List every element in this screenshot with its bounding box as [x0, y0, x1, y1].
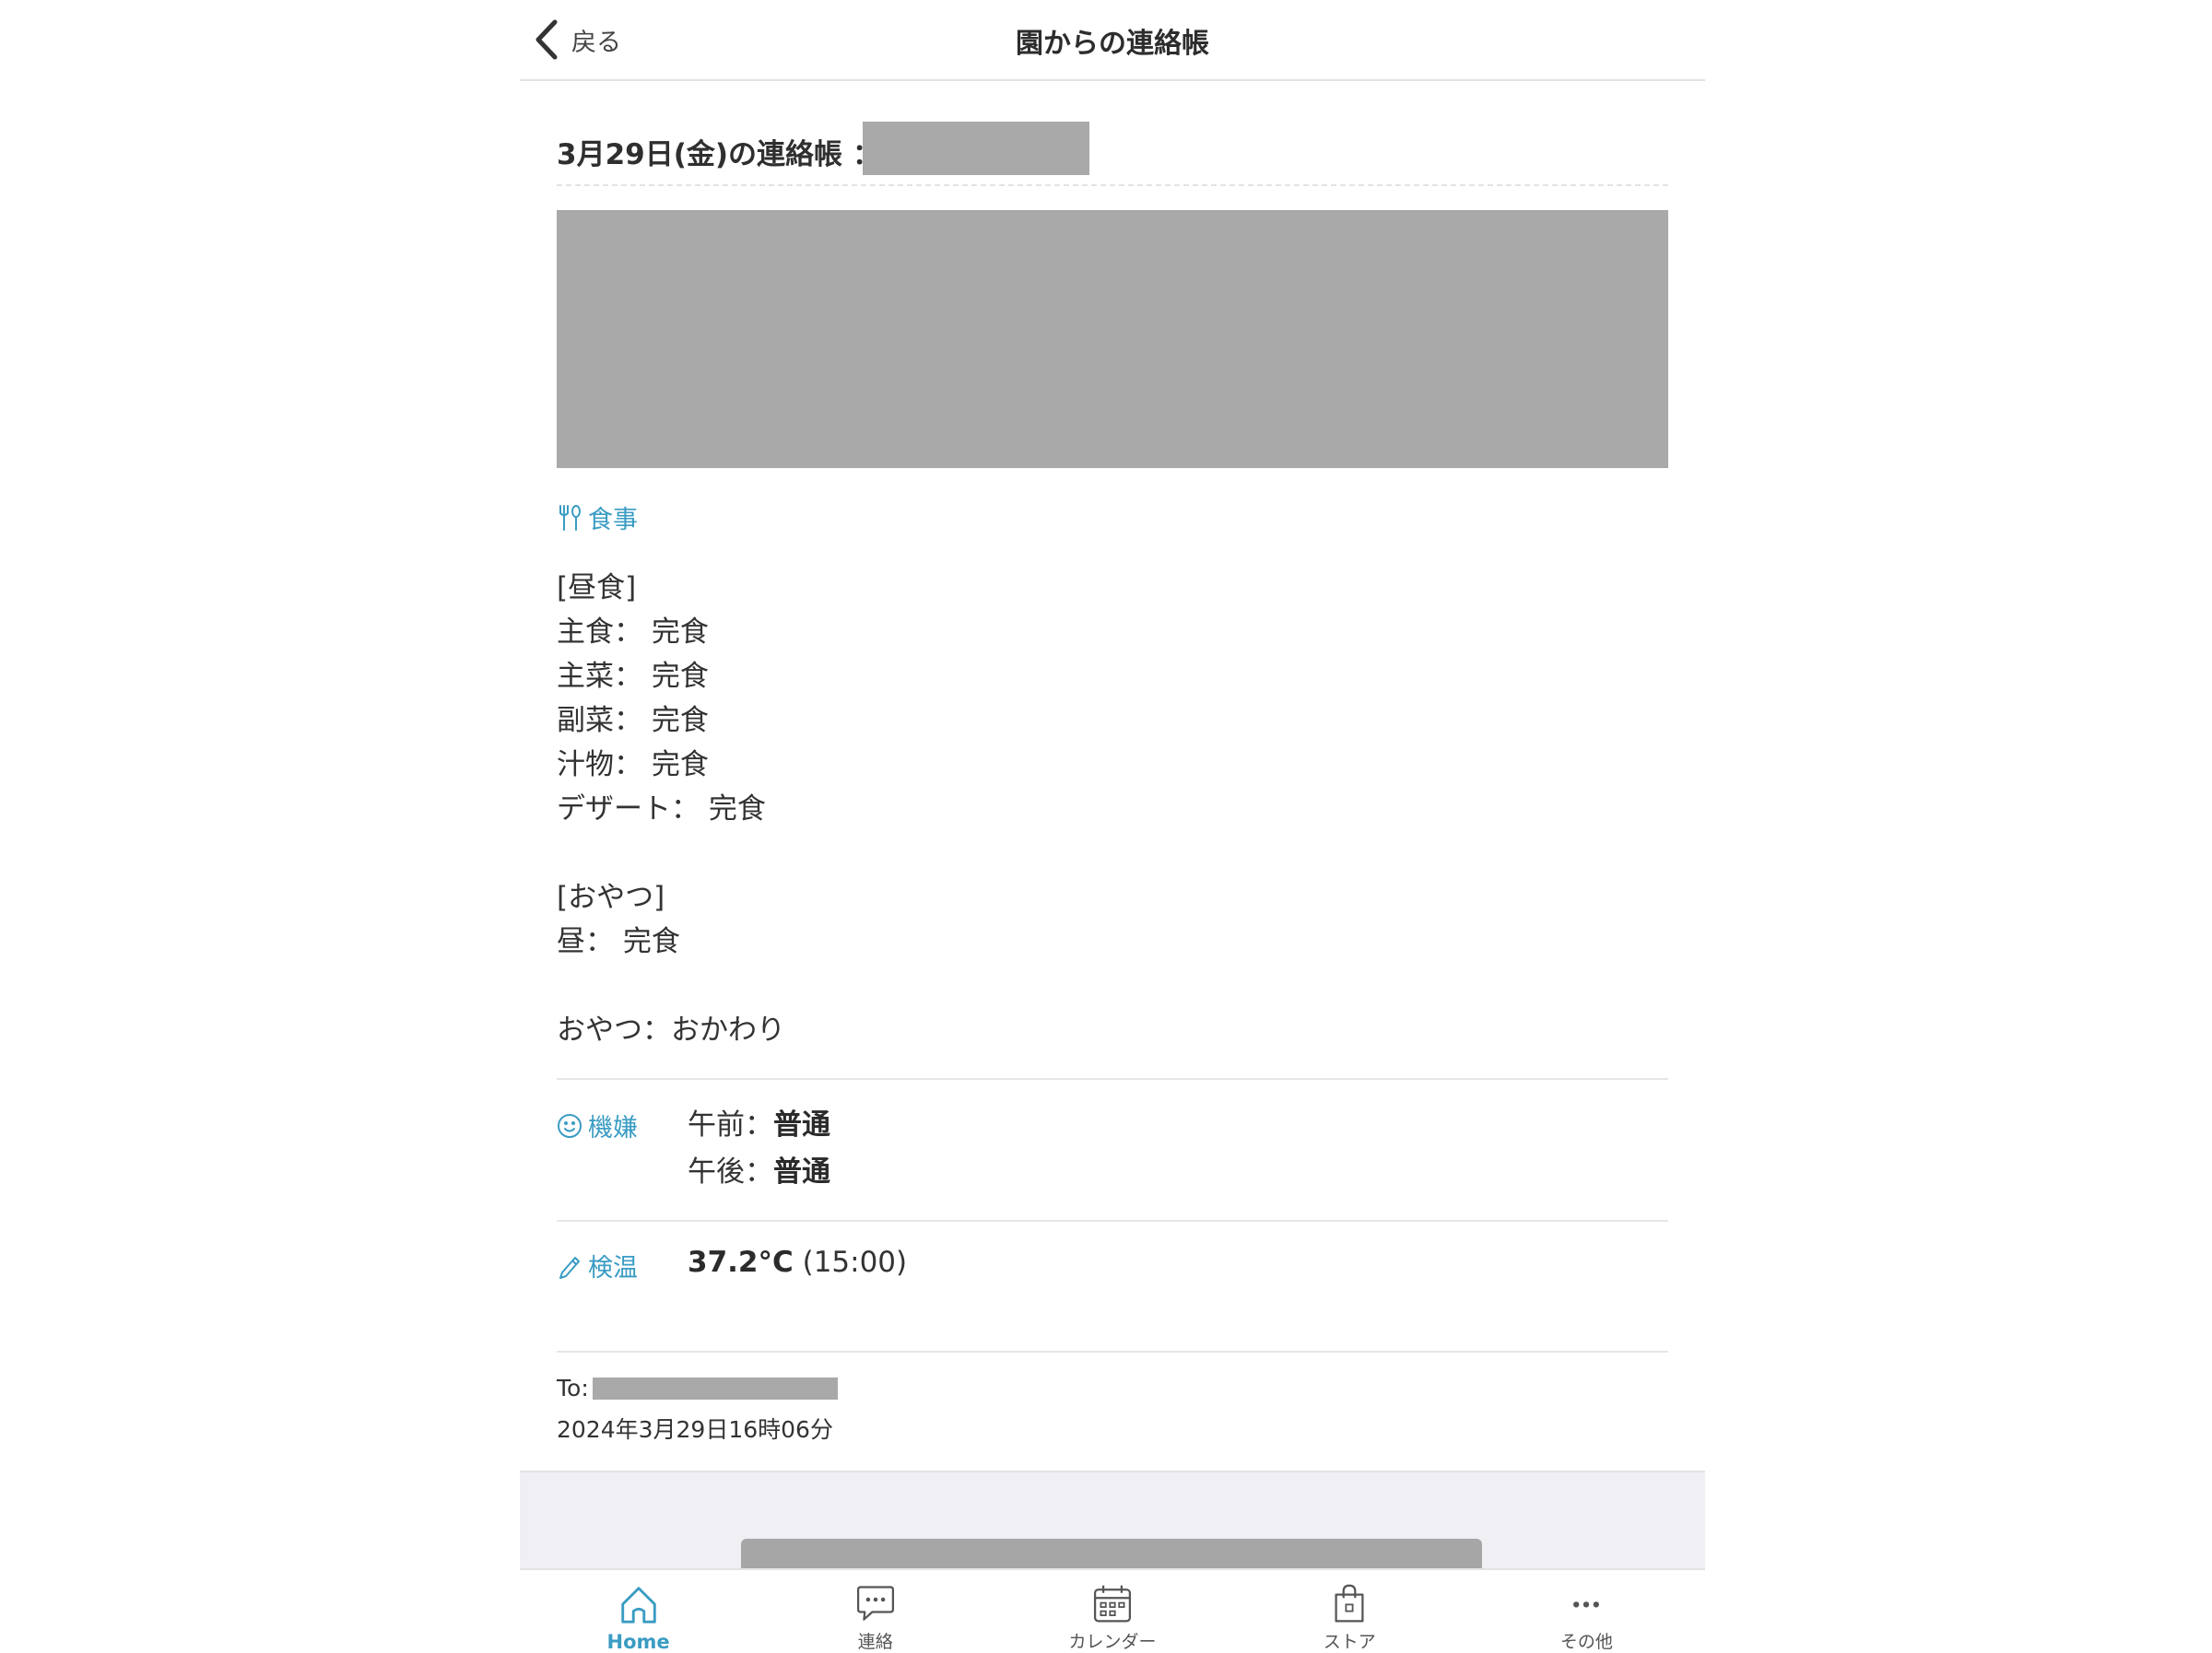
tab-store[interactable]: ストア [1231, 1570, 1468, 1653]
tab-label: その他 [1559, 1632, 1613, 1652]
mood-afternoon-value: 普通 [773, 1155, 830, 1189]
mood-afternoon-row: 午後：普通 [688, 1149, 830, 1196]
mood-morning-row: 午前：普通 [688, 1102, 830, 1149]
meal-label: 食事 [588, 506, 638, 534]
posted-datetime: 2024年3月29日16時06分 [557, 1416, 833, 1443]
divider [557, 1351, 1668, 1353]
tab-bar: Home 連絡 カレンダー ストア その他 [520, 1568, 1705, 1653]
meal-line [557, 964, 785, 1008]
meal-line: 主食： 完食 [557, 615, 709, 649]
tab-label: Home [606, 1631, 670, 1653]
meal-line: 昼： 完食 [557, 925, 680, 958]
meal-line: [昼食] [557, 571, 637, 604]
calendar-icon [1093, 1585, 1132, 1623]
tab-label: カレンダー [1068, 1632, 1157, 1652]
mood-afternoon-key: 午後： [688, 1155, 773, 1189]
meal-line: 汁物： 完食 [557, 748, 709, 781]
entry-title: 3月29日(金)の連絡帳 ： [557, 138, 881, 171]
temperature-reading: 37.2°C (15:00) [688, 1246, 907, 1279]
to-label: To: [557, 1375, 589, 1401]
meal-line: [おやつ] [557, 881, 665, 914]
tab-label: ストア [1323, 1632, 1376, 1652]
tab-calendar[interactable]: カレンダー [994, 1570, 1230, 1653]
fork-knife-icon [559, 504, 581, 531]
divider [557, 1220, 1668, 1222]
meal-line: デザート： 完食 [557, 792, 766, 826]
page-title: 園からの連絡帳 [1016, 28, 1209, 60]
tab-more[interactable]: その他 [1468, 1570, 1705, 1653]
tab-messages[interactable]: 連絡 [757, 1570, 994, 1653]
temperature-label: 検温 [588, 1254, 638, 1283]
redacted-footer-button[interactable] [741, 1539, 1482, 1570]
more-icon [1573, 1601, 1600, 1608]
redacted-photo[interactable] [557, 210, 1668, 468]
entry-title-row: 3月29日(金)の連絡帳 ： [557, 122, 1668, 186]
tab-home[interactable]: Home [520, 1570, 757, 1653]
mood-label: 機嫌 [588, 1114, 638, 1143]
temperature-section-label: 検温 [557, 1248, 638, 1284]
meal-line [557, 831, 785, 875]
navigation-header: 戻る 園からの連絡帳 [520, 0, 1705, 81]
divider [557, 1078, 1668, 1080]
redacted-name [863, 122, 1089, 175]
app-screen: 戻る 園からの連絡帳 3月29日(金)の連絡帳 ： 食事 [昼食] 主食： 完食… [520, 0, 1705, 1653]
mood-morning-value: 普通 [773, 1108, 830, 1142]
tab-label: 連絡 [857, 1632, 893, 1652]
meal-line: 副菜： 完食 [557, 704, 709, 737]
meal-section-label: 食事 [557, 499, 638, 535]
chat-icon [856, 1586, 894, 1621]
temperature-time: (15:00) [793, 1246, 908, 1279]
recipient-line: To: [557, 1375, 838, 1401]
home-icon [620, 1587, 656, 1624]
meal-details: [昼食] 主食： 完食 主菜： 完食 副菜： 完食 汁物： 完食 デザート： 完… [557, 566, 785, 1052]
pencil-icon [559, 1256, 580, 1279]
mood-section-label: 機嫌 [557, 1108, 638, 1143]
store-bag-icon [1335, 1584, 1364, 1623]
mood-morning-key: 午前： [688, 1108, 773, 1142]
temperature-value: 37.2°C [688, 1246, 794, 1279]
meal-line: 主菜： 完食 [557, 660, 709, 693]
meal-line: おやつ：おかわり [557, 1014, 785, 1047]
smiley-face-icon [558, 1113, 582, 1138]
redacted-recipient [592, 1377, 838, 1400]
mood-details: 午前：普通 午後：普通 [688, 1102, 830, 1196]
